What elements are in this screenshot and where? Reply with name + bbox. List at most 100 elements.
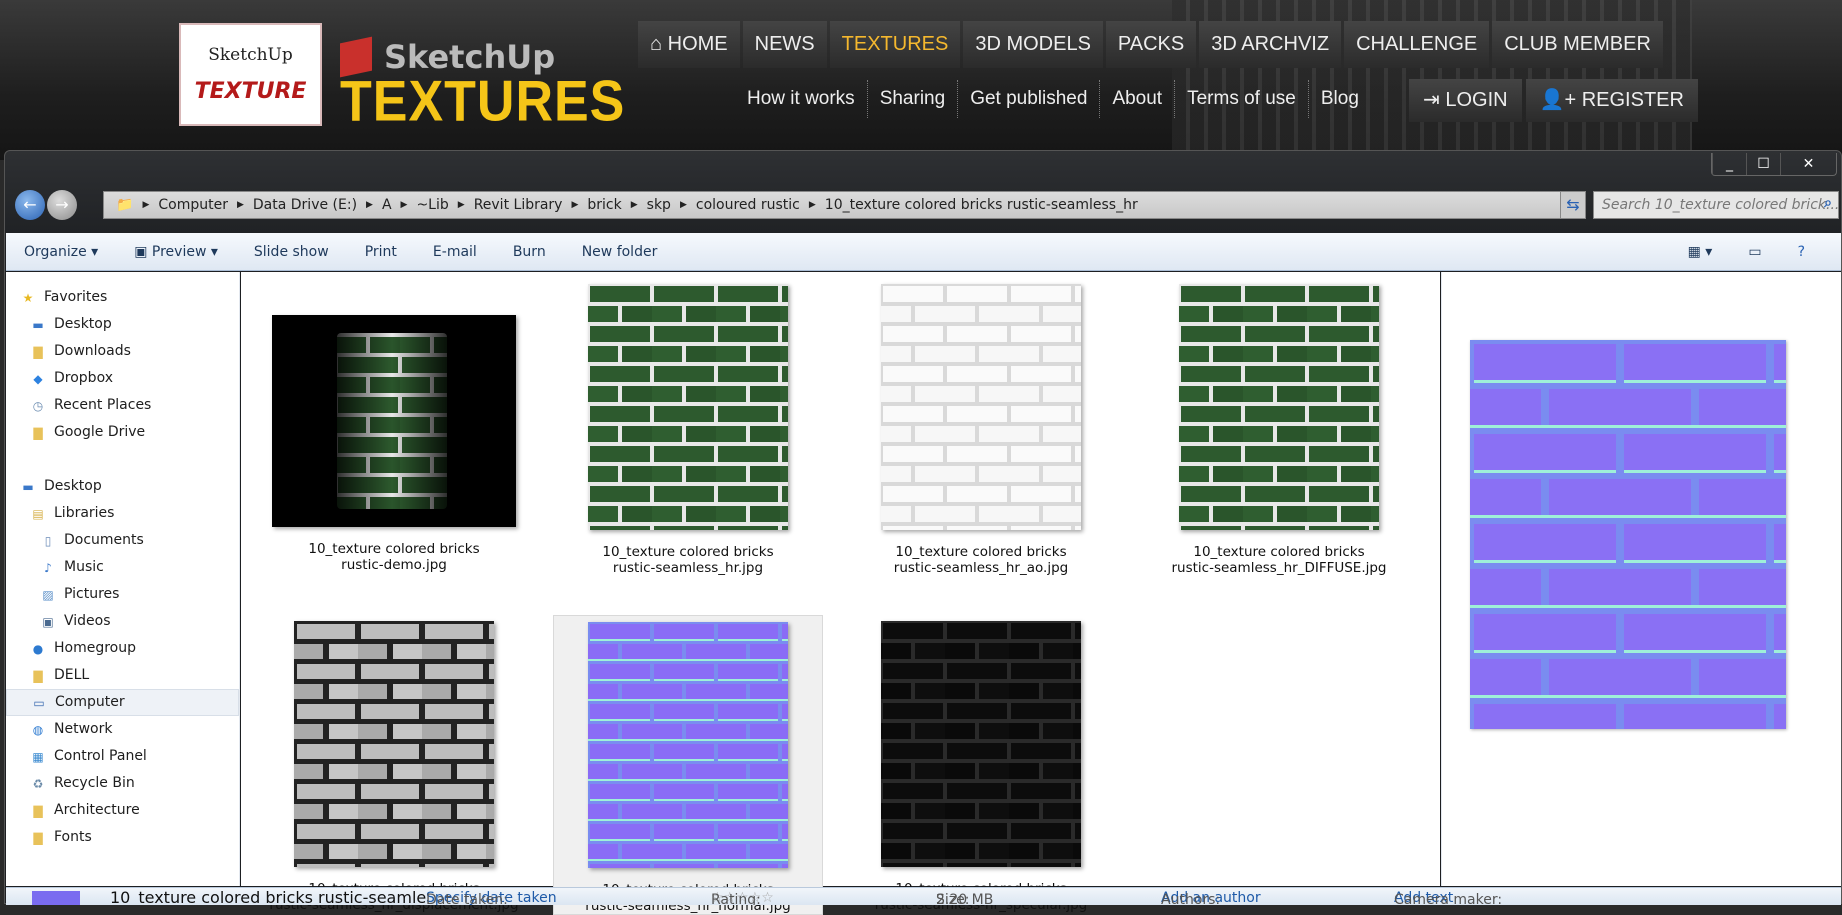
- nav-club-member[interactable]: CLUB MEMBER: [1492, 21, 1663, 68]
- file-item[interactable]: 10_texture colored bricksrustic-seamless…: [553, 284, 823, 604]
- toolbar: Organize ▾ ▣ Preview ▾ Slide show Print E-ma…: [6, 233, 1841, 271]
- toolbar-burn[interactable]: Burn: [495, 244, 564, 260]
- subnav-blog[interactable]: Blog: [1309, 80, 1371, 118]
- register-button[interactable]: 👤+ REGISTER: [1525, 79, 1698, 122]
- toolbar-preview[interactable]: ▣ Preview ▾: [116, 244, 236, 260]
- toolbar-email[interactable]: E-mail: [415, 244, 495, 260]
- search-input[interactable]: Search 10_texture colored brick... ⌕: [1593, 191, 1839, 219]
- sketchup-texture-logo[interactable]: SketchUp TEXTURE: [179, 23, 322, 126]
- toolbar-label: Slide show: [253, 243, 329, 260]
- toolbar-slideshow[interactable]: Slide show: [236, 244, 347, 260]
- sidebar-item-label: Control Panel: [54, 748, 147, 764]
- file-name-line2: rustic-seamless_hr_DIFFUSE.jpg: [1171, 560, 1387, 576]
- file-item[interactable]: 10_texture colored bricksrustic-seamless…: [259, 615, 529, 915]
- breadcrumb-arrow-icon[interactable]: ▶: [677, 200, 690, 210]
- sidebar-item-architecture[interactable]: ▇ Architecture: [6, 797, 239, 824]
- rating-label: Rating:: [711, 892, 761, 905]
- search-icon[interactable]: ⌕: [1824, 195, 1832, 211]
- breadcrumb-arrow-icon[interactable]: ▶: [363, 200, 376, 210]
- chevron-down-icon: ▾: [86, 243, 99, 260]
- file-item[interactable]: 10_texture colored bricks rustic-demo.jpg: [259, 284, 529, 604]
- folder-icon: ▇: [33, 425, 43, 440]
- change-view-icon[interactable]: ▦ ▾: [1670, 244, 1731, 260]
- breadcrumb-item[interactable]: 10_texture colored bricks rustic-seamles…: [819, 197, 1144, 213]
- breadcrumb-arrow-icon[interactable]: ▶: [139, 200, 152, 210]
- sidebar-item-videos[interactable]: ▣ Videos: [6, 608, 239, 635]
- address-bar[interactable]: 📁 ▶ Computer ▶ Data Drive (E:) ▶ A ▶ ~Lib ▶ Revit …: [103, 191, 1573, 219]
- minimize-button[interactable]: _: [1712, 153, 1746, 175]
- help-icon[interactable]: ?: [1780, 244, 1823, 260]
- sidebar-item-documents[interactable]: ▯ Documents: [6, 527, 239, 554]
- file-item[interactable]: 10_texture colored bricksrustic-seamless…: [846, 615, 1116, 915]
- subnav-get-published[interactable]: Get published: [958, 80, 1101, 118]
- login-button[interactable]: ⇥ LOGIN: [1409, 79, 1522, 122]
- sidebar-item-label: DELL: [54, 667, 90, 683]
- sidebar-item-label: Architecture: [54, 802, 140, 818]
- sidebar-item-computer[interactable]: ▭ Computer: [6, 689, 239, 716]
- file-item[interactable]: 10_texture colored bricksrustic-seamless…: [846, 284, 1116, 604]
- sidebar-item-dropbox[interactable]: ◆ Dropbox: [6, 365, 239, 392]
- breadcrumb-item[interactable]: brick: [581, 197, 627, 213]
- breadcrumb-item[interactable]: Revit Library: [468, 197, 569, 213]
- breadcrumb-arrow-icon[interactable]: ▶: [568, 200, 581, 210]
- breadcrumb-arrow-icon[interactable]: ▶: [455, 200, 468, 210]
- control-panel-icon: ▦: [32, 749, 44, 764]
- file-item[interactable]: 10_texture colored bricksrustic-seamless…: [553, 615, 823, 915]
- sidebar-item-recycle-bin[interactable]: ♻ Recycle Bin: [6, 770, 239, 797]
- breadcrumb-item[interactable]: A: [376, 197, 398, 213]
- sidebar-item-fonts[interactable]: ▇ Fonts: [6, 824, 239, 851]
- nav-challenge[interactable]: CHALLENGE: [1344, 21, 1490, 68]
- nav-3d-archviz[interactable]: 3D ARCHVIZ: [1199, 21, 1342, 68]
- sidebar-item-desktop[interactable]: ▬ Desktop: [6, 473, 239, 500]
- star-icon: ★: [22, 290, 34, 305]
- sidebar-item-music[interactable]: ♪ Music: [6, 554, 239, 581]
- preview-pane-icon[interactable]: ▭: [1730, 244, 1779, 260]
- logo-text-top: SketchUp: [208, 45, 293, 65]
- sidebar-item-libraries[interactable]: ▤ Libraries: [6, 500, 239, 527]
- sidebar-item-label: Google Drive: [54, 424, 146, 440]
- subnav-how-it-works[interactable]: How it works: [735, 80, 868, 118]
- back-button[interactable]: ←: [15, 190, 45, 220]
- sidebar-item-homegroup[interactable]: ● Homegroup: [6, 635, 239, 662]
- details-pane: 10_texture colored bricks rustic-seamle …: [6, 887, 1841, 905]
- breadcrumb-arrow-icon[interactable]: ▶: [628, 200, 641, 210]
- sidebar-item-google-drive[interactable]: ▇ Google Drive: [6, 419, 239, 446]
- forward-button[interactable]: →: [47, 190, 77, 220]
- toolbar-organize[interactable]: Organize ▾: [6, 244, 116, 260]
- breadcrumb-item[interactable]: skp: [641, 197, 677, 213]
- nav-home[interactable]: ⌂ HOME: [638, 21, 740, 68]
- breadcrumb-item[interactable]: ~Lib: [410, 197, 454, 213]
- nav-textures[interactable]: TEXTURES: [829, 21, 961, 68]
- sketchup-textures-brand[interactable]: SketchUp TEXTURES: [340, 38, 625, 134]
- toolbar-newfolder[interactable]: New folder: [564, 244, 676, 260]
- subnav-terms-of-use[interactable]: Terms of use: [1175, 80, 1309, 118]
- nav-3d-models[interactable]: 3D MODELS: [963, 21, 1103, 68]
- nav-packs[interactable]: PACKS: [1105, 21, 1197, 68]
- sidebar-item-dell[interactable]: ▇ DELL: [6, 662, 239, 689]
- sidebar-item-favorites[interactable]: ★ Favorites: [6, 284, 239, 311]
- file-name-line2: rustic-seamless_hr.jpg: [612, 560, 764, 576]
- toolbar-print[interactable]: Print: [347, 244, 415, 260]
- maximize-button[interactable]: ☐: [1746, 153, 1780, 175]
- file-item[interactable]: 10_texture colored bricksrustic-seamless…: [1144, 284, 1414, 604]
- nav-news[interactable]: NEWS: [742, 21, 827, 68]
- subnav-sharing[interactable]: Sharing: [868, 80, 959, 118]
- site-header: SketchUp TEXTURE SketchUp TEXTURES ⌂ HOM…: [0, 0, 1842, 160]
- preview-pane: [1441, 272, 1841, 886]
- sub-nav: How it works Sharing Get published About Ter…: [735, 80, 1371, 118]
- breadcrumb-item[interactable]: Computer: [152, 197, 234, 213]
- sidebar-item-pictures[interactable]: ▨ Pictures: [6, 581, 239, 608]
- close-button[interactable]: ✕: [1780, 153, 1836, 175]
- sidebar-item-control-panel[interactable]: ▦ Control Panel: [6, 743, 239, 770]
- breadcrumb-item[interactable]: coloured rustic: [690, 197, 806, 213]
- subnav-about[interactable]: About: [1100, 80, 1176, 118]
- breadcrumb-arrow-icon[interactable]: ▶: [806, 200, 819, 210]
- breadcrumb-item[interactable]: Data Drive (E:): [247, 197, 363, 213]
- sidebar-item-recent-places[interactable]: ◷ Recent Places: [6, 392, 239, 419]
- breadcrumb-arrow-icon[interactable]: ▶: [398, 200, 411, 210]
- sidebar-item-desktop[interactable]: ▬ Desktop: [6, 311, 239, 338]
- sidebar-item-downloads[interactable]: ▇ Downloads: [6, 338, 239, 365]
- breadcrumb-arrow-icon[interactable]: ▶: [234, 200, 247, 210]
- refresh-button[interactable]: ⇆: [1560, 191, 1586, 219]
- sidebar-item-network[interactable]: ◍ Network: [6, 716, 239, 743]
